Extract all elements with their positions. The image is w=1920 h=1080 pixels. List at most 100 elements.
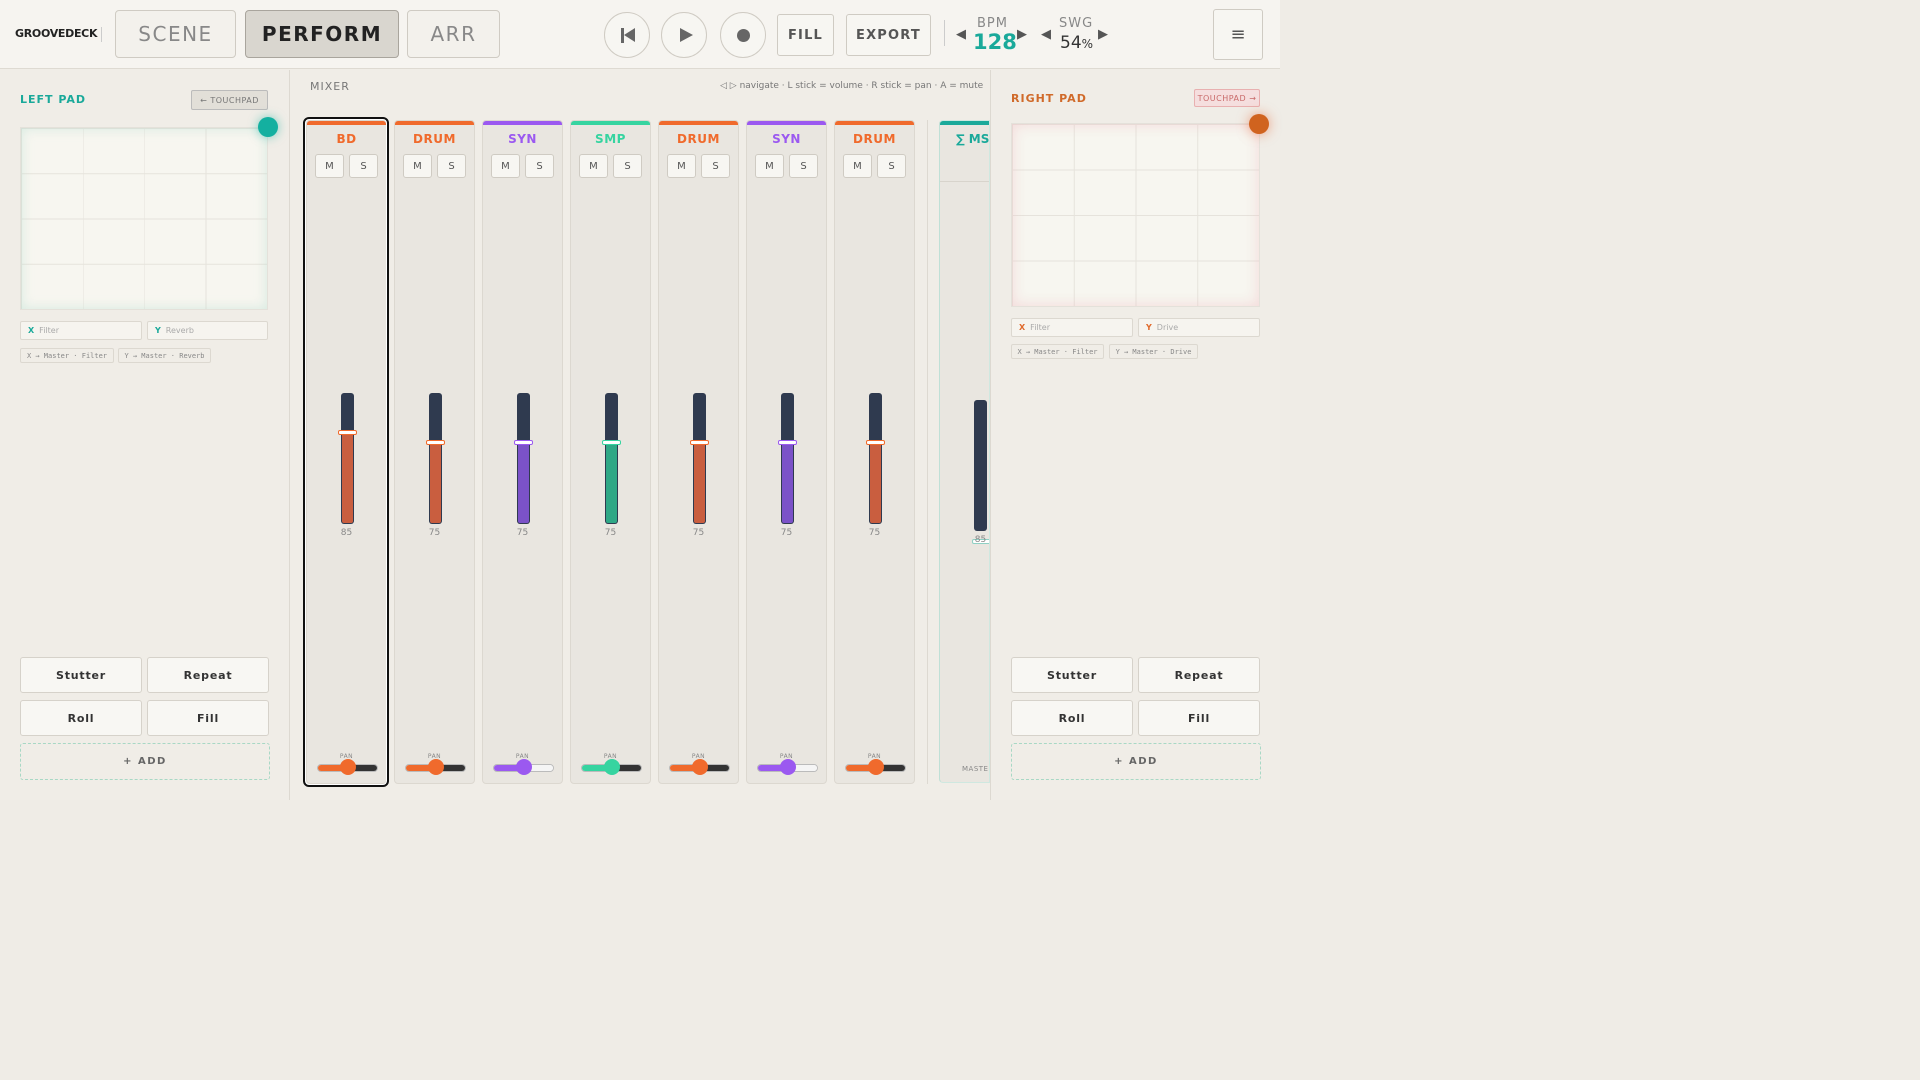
swing-label: SWG: [1059, 16, 1094, 31]
right-repeat-button[interactable]: Repeat: [1138, 657, 1260, 693]
left-add-button[interactable]: + ADD: [20, 743, 270, 780]
right-add-button[interactable]: + ADD: [1011, 743, 1261, 780]
volume-fader[interactable]: [869, 393, 882, 524]
record-button[interactable]: [720, 12, 766, 58]
skip-back-button[interactable]: [604, 12, 650, 58]
volume-value: 75: [868, 528, 881, 538]
left-roll-button[interactable]: Roll: [20, 700, 142, 736]
pan-knob[interactable]: [428, 759, 444, 775]
mixer-channel[interactable]: DRUM M S 75 PAN: [834, 120, 915, 784]
swing-value[interactable]: 54%: [1060, 33, 1093, 53]
export-button[interactable]: EXPORT: [846, 14, 931, 56]
left-touchpad-chip[interactable]: ← TOUCHPAD: [191, 90, 268, 110]
top-bar: GROOVEDECK SCENE PERFORM ARR FILL EXPORT…: [0, 0, 1280, 69]
right-xy-pad[interactable]: [1011, 123, 1260, 307]
volume-value: 75: [516, 528, 529, 538]
pan-knob[interactable]: [516, 759, 532, 775]
left-fill-button[interactable]: Fill: [147, 700, 269, 736]
right-roll-button[interactable]: Roll: [1011, 700, 1133, 736]
mute-button[interactable]: M: [843, 154, 872, 178]
left-repeat-button[interactable]: Repeat: [147, 657, 269, 693]
solo-button[interactable]: S: [877, 154, 906, 178]
left-xy-pad[interactable]: [20, 127, 268, 310]
solo-button[interactable]: S: [437, 154, 466, 178]
fader-handle[interactable]: [426, 440, 445, 445]
volume-fader[interactable]: [429, 393, 442, 524]
fader-handle[interactable]: [778, 440, 797, 445]
menu-button[interactable]: ≡: [1213, 9, 1263, 60]
right-route-x: X → Master · Filter: [1011, 344, 1104, 359]
volume-fill: [870, 441, 881, 523]
solo-button[interactable]: S: [701, 154, 730, 178]
left-stutter-button[interactable]: Stutter: [20, 657, 142, 693]
channel-name: SMP: [595, 132, 626, 146]
mute-button[interactable]: M: [579, 154, 608, 178]
left-route-x: X → Master · Filter: [20, 348, 114, 363]
mute-button[interactable]: M: [755, 154, 784, 178]
right-stutter-button[interactable]: Stutter: [1011, 657, 1133, 693]
right-fill-button[interactable]: Fill: [1138, 700, 1260, 736]
fader-handle[interactable]: [602, 440, 621, 445]
volume-value: 75: [428, 528, 441, 538]
fader-handle[interactable]: [866, 440, 885, 445]
bpm-value[interactable]: 128: [973, 30, 1017, 54]
play-icon: [680, 28, 693, 42]
right-x-param-field[interactable]: X Filter: [1011, 318, 1133, 337]
swing-increase-arrow[interactable]: ▶: [1098, 27, 1108, 42]
divider: [927, 120, 928, 784]
pan-knob[interactable]: [868, 759, 884, 775]
solo-button[interactable]: S: [525, 154, 554, 178]
master-channel[interactable]: ∑ MST 85 MASTER: [939, 120, 990, 783]
solo-button[interactable]: S: [789, 154, 818, 178]
record-icon: [737, 29, 750, 42]
volume-fader[interactable]: [693, 393, 706, 524]
channel-color-strip: [395, 121, 474, 125]
left-pad-cursor[interactable]: [258, 117, 278, 137]
master-volume-fill: [975, 438, 986, 530]
pan-knob[interactable]: [780, 759, 796, 775]
right-route-y: Y → Master · Drive: [1109, 344, 1198, 359]
volume-fader[interactable]: [781, 393, 794, 524]
right-pad-cursor[interactable]: [1249, 114, 1269, 134]
left-x-param-field[interactable]: X Filter: [20, 321, 142, 340]
channel-color-strip: [747, 121, 826, 125]
swing-decrease-arrow[interactable]: ◀: [1041, 27, 1051, 42]
volume-fader[interactable]: [517, 393, 530, 524]
mixer-channel[interactable]: SYN M S 75 PAN: [482, 120, 563, 784]
channel-color-strip: [659, 121, 738, 125]
right-touchpad-chip[interactable]: TOUCHPAD →: [1194, 89, 1260, 107]
volume-fill: [430, 441, 441, 523]
master-footer-label: MASTER: [962, 765, 989, 773]
channel-name: DRUM: [853, 132, 896, 146]
mute-button[interactable]: M: [491, 154, 520, 178]
play-button[interactable]: [661, 12, 707, 58]
bpm-increase-arrow[interactable]: ▶: [1017, 27, 1027, 42]
solo-button[interactable]: S: [613, 154, 642, 178]
tab-scene[interactable]: SCENE: [115, 10, 236, 58]
fader-handle[interactable]: [690, 440, 709, 445]
skip-back-icon: [621, 28, 635, 43]
right-pad-title: RIGHT PAD: [1011, 92, 1087, 105]
left-route-y: Y → Master · Reverb: [118, 348, 211, 363]
mixer-channel[interactable]: SMP M S 75 PAN: [570, 120, 651, 784]
master-name: ∑ MST: [956, 132, 990, 146]
selected-channel-outline: [303, 117, 389, 787]
channel-name: DRUM: [677, 132, 720, 146]
pan-knob[interactable]: [604, 759, 620, 775]
mixer-channel[interactable]: DRUM M S 75 PAN: [394, 120, 475, 784]
pan-knob[interactable]: [692, 759, 708, 775]
tab-arr[interactable]: ARR: [407, 10, 500, 58]
left-y-param-field[interactable]: Y Reverb: [147, 321, 268, 340]
mixer-channel[interactable]: DRUM M S 75 PAN: [658, 120, 739, 784]
right-y-param-field[interactable]: Y Drive: [1138, 318, 1260, 337]
bpm-decrease-arrow[interactable]: ◀: [956, 27, 966, 42]
volume-fader[interactable]: [605, 393, 618, 524]
mute-button[interactable]: M: [667, 154, 696, 178]
mute-button[interactable]: M: [403, 154, 432, 178]
fader-handle[interactable]: [514, 440, 533, 445]
fill-button[interactable]: FILL: [777, 14, 834, 56]
tab-perform[interactable]: PERFORM: [245, 10, 399, 58]
mixer-channel[interactable]: SYN M S 75 PAN: [746, 120, 827, 784]
master-volume-fader[interactable]: [974, 400, 987, 531]
channel-name: DRUM: [413, 132, 456, 146]
